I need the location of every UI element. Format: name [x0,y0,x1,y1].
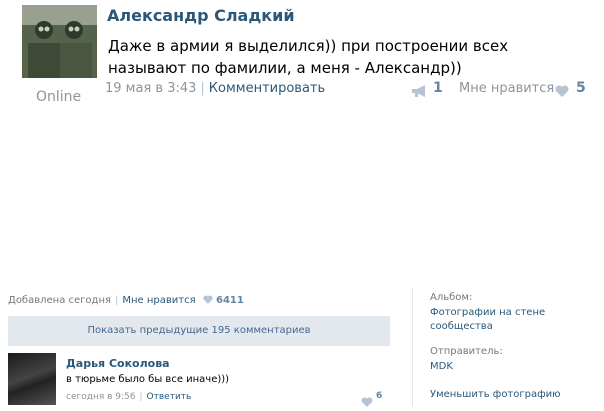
photo-added: Добавлена сегодня [8,295,111,306]
photo-meta: Добавлена сегодня | Мне нравится 6411 [8,295,244,306]
sidebar-divider [412,288,413,406]
heart-icon [203,295,213,304]
avatar-photo [22,5,97,78]
shrink-photo-link[interactable]: Уменьшить фотографию [430,388,561,402]
heart-icon[interactable] [361,392,373,411]
sender-link[interactable]: MDK [430,360,453,374]
post-author-name[interactable]: Александр Сладкий [107,6,295,25]
meta-separator: | [139,392,143,402]
megaphone-icon [412,85,425,97]
album-label: Альбом: [430,292,473,303]
comment-author-name[interactable]: Дарья Соколова [66,357,170,370]
comment-author-avatar[interactable] [8,353,56,405]
meta-separator: | [200,81,205,96]
post-meta: 19 мая в 3:43 | Комментировать [105,81,325,96]
reply-link[interactable]: Ответить [147,392,192,402]
repost-count: 1 [433,80,443,96]
comment-meta: сегодня в 9:56 | Ответить [66,392,191,402]
like-button-label[interactable]: Мне нравится [459,81,554,96]
comment-time[interactable]: сегодня в 9:56 [66,392,135,402]
comment-link[interactable]: Комментировать [209,81,325,96]
comment-text: в тюрьме было бы все иначе))) [66,374,230,385]
comment-like-count: 6 [376,391,383,401]
post-text: Даже в армии я выделился)) при построени… [108,37,509,77]
photo-like-count: 6411 [216,295,244,306]
post-date[interactable]: 19 мая в 3:43 [105,81,196,96]
heart-icon[interactable] [555,82,569,101]
photo-like-label[interactable]: Мне нравится [122,295,195,306]
sender-label: Отправитель: [430,346,503,357]
show-previous-comments-button[interactable]: Показать предыдущие 195 комментариев [8,316,390,346]
like-count: 5 [576,80,586,96]
post-author-avatar[interactable] [22,5,97,78]
meta-separator: | [115,295,119,306]
album-link[interactable]: Фотографии на стене сообщества [430,306,560,334]
online-status: Online [36,89,82,105]
repost-button[interactable] [411,83,429,97]
